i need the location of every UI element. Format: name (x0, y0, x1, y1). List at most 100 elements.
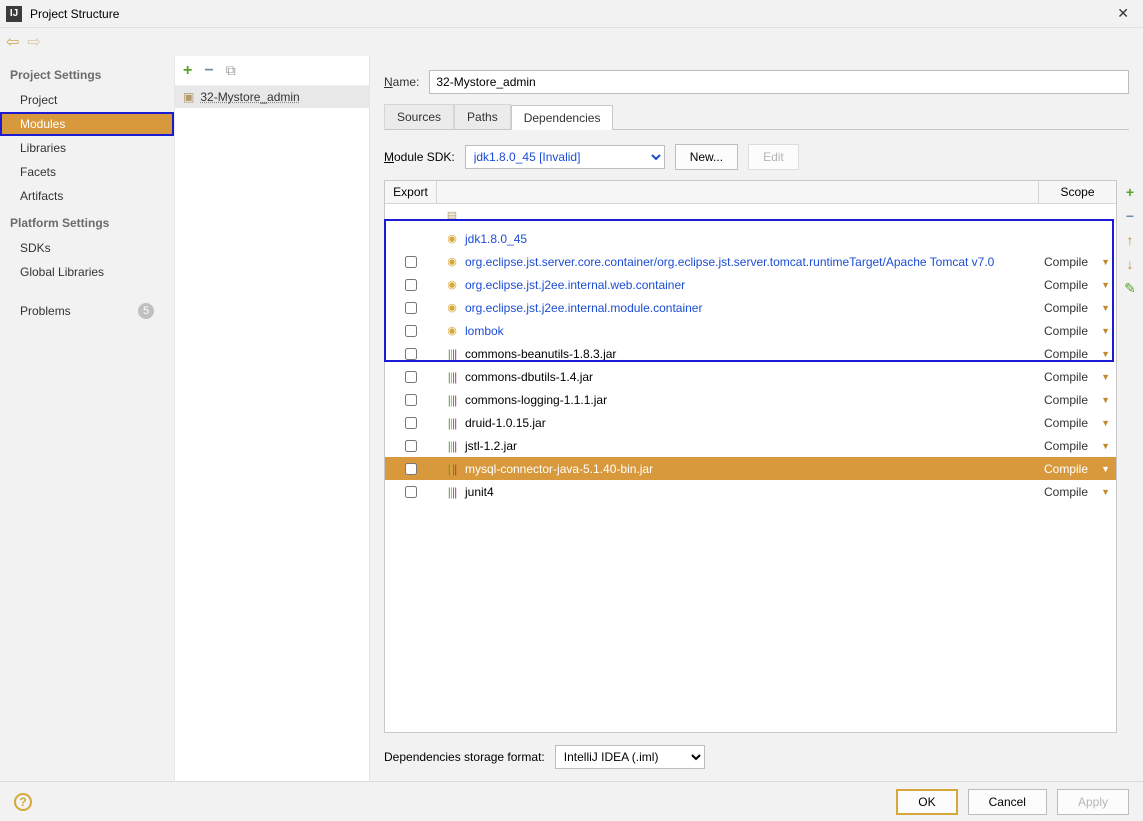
scope-dropdown-icon[interactable]: ▼ (1101, 487, 1110, 497)
tab-sources[interactable]: Sources (384, 104, 454, 130)
dep-edit-icon[interactable]: ✎ (1124, 280, 1136, 297)
export-checkbox[interactable] (405, 371, 417, 383)
module-copy-icon[interactable]: ⧉ (226, 62, 236, 79)
col-name (437, 181, 1038, 203)
scope-dropdown-icon[interactable]: ▼ (1101, 441, 1110, 451)
titlebar: IJ Project Structure ✕ (0, 0, 1143, 28)
dep-name: commons-logging-1.1.1.jar (465, 393, 607, 407)
scope-dropdown-icon[interactable]: ▼ (1101, 257, 1110, 267)
nav-facets[interactable]: Facets (0, 160, 174, 184)
storage-select[interactable]: IntelliJ IDEA (.iml) (555, 745, 705, 769)
nav-problems[interactable]: Problems 5 (0, 298, 174, 324)
sdk-select[interactable]: jdk1.8.0_45 [Invalid] (465, 145, 665, 169)
globe-icon: ◉ (445, 301, 459, 315)
tab-paths[interactable]: Paths (454, 104, 511, 130)
module-remove-icon[interactable]: − (204, 62, 213, 80)
export-checkbox[interactable] (405, 417, 417, 429)
scope-dropdown-icon[interactable]: ▼ (1101, 280, 1110, 290)
dep-row[interactable]: ||||junit4 Compile▼ (385, 480, 1116, 503)
dep-row[interactable]: ||||commons-dbutils-1.4.jar Compile▼ (385, 365, 1116, 388)
scope-value: Compile (1044, 347, 1088, 361)
dep-name: junit4 (465, 485, 494, 499)
nav-back-icon[interactable]: ⇦ (6, 32, 19, 52)
right-panel: Name: Sources Paths Dependencies Module … (370, 56, 1143, 781)
scope-value: Compile (1044, 462, 1088, 476)
nav-forward-icon[interactable]: ⇨ (27, 32, 40, 52)
apply-button: Apply (1057, 789, 1129, 815)
module-add-icon[interactable]: + (183, 62, 192, 80)
close-icon[interactable]: ✕ (1109, 1, 1137, 26)
dep-row[interactable]: ◉lombok Compile▼ (385, 319, 1116, 342)
folder-icon: ▤ (445, 209, 459, 223)
dep-row[interactable]: ▤ (385, 204, 1116, 227)
dep-remove-icon[interactable]: − (1126, 208, 1134, 224)
dependency-table: Export Scope ▤ ◉jdk1.8.0_45 ◉org.eclipse… (384, 180, 1117, 733)
nav-modules[interactable]: Modules (0, 112, 174, 136)
dep-row[interactable]: ◉org.eclipse.jst.server.core.container/o… (385, 250, 1116, 273)
globe-icon: ◉ (445, 255, 459, 269)
export-checkbox[interactable] (405, 348, 417, 360)
window-title: Project Structure (30, 7, 119, 21)
scope-dropdown-icon[interactable]: ▼ (1101, 395, 1110, 405)
library-icon: |||| (445, 393, 459, 407)
scope-value: Compile (1044, 278, 1088, 292)
globe-icon: ◉ (445, 278, 459, 292)
export-checkbox[interactable] (405, 302, 417, 314)
dep-move-up-icon[interactable]: ↑ (1127, 232, 1134, 248)
scope-dropdown-icon[interactable]: ▼ (1101, 303, 1110, 313)
module-entry-label: 32-Mystore_admin (200, 90, 299, 104)
scope-value: Compile (1044, 324, 1088, 338)
scope-dropdown-icon[interactable]: ▼ (1101, 418, 1110, 428)
scope-dropdown-icon[interactable]: ▼ (1101, 326, 1110, 336)
nav-artifacts[interactable]: Artifacts (0, 184, 174, 208)
dep-move-down-icon[interactable]: ↓ (1127, 256, 1134, 272)
module-toolbar: + − ⧉ (175, 56, 369, 86)
dep-header: Export Scope (385, 181, 1116, 204)
dep-row[interactable]: ||||commons-logging-1.1.1.jar Compile▼ (385, 388, 1116, 411)
dep-row[interactable]: ◉jdk1.8.0_45 (385, 227, 1116, 250)
help-icon[interactable]: ? (14, 793, 32, 811)
scope-dropdown-icon[interactable]: ▼ (1101, 372, 1110, 382)
nav-sdks[interactable]: SDKs (0, 236, 174, 260)
folder-icon: ▣ (183, 90, 194, 104)
scope-value: Compile (1044, 255, 1088, 269)
dep-body: ▤ ◉jdk1.8.0_45 ◉org.eclipse.jst.server.c… (385, 204, 1116, 732)
export-checkbox[interactable] (405, 394, 417, 406)
dep-name: mysql-connector-java-5.1.40-bin.jar (465, 462, 653, 476)
sdk-new-button[interactable]: New... (675, 144, 738, 170)
col-scope[interactable]: Scope (1038, 181, 1116, 203)
export-checkbox[interactable] (405, 463, 417, 475)
export-checkbox[interactable] (405, 486, 417, 498)
dep-name: commons-dbutils-1.4.jar (465, 370, 593, 384)
nav-row: ⇦ ⇨ (0, 28, 1143, 56)
tab-dependencies[interactable]: Dependencies (511, 105, 614, 130)
library-icon: |||| (445, 347, 459, 361)
globe-icon: ◉ (445, 324, 459, 338)
nav-project[interactable]: Project (0, 88, 174, 112)
dep-row[interactable]: ||||commons-beanutils-1.8.3.jar Compile▼ (385, 342, 1116, 365)
dep-row[interactable]: ◉org.eclipse.jst.j2ee.internal.module.co… (385, 296, 1116, 319)
scope-value: Compile (1044, 416, 1088, 430)
globe-icon: ◉ (445, 232, 459, 246)
scope-dropdown-icon[interactable]: ▼ (1101, 349, 1110, 359)
export-checkbox[interactable] (405, 325, 417, 337)
scope-dropdown-icon[interactable]: ▼ (1101, 464, 1110, 474)
ok-button[interactable]: OK (896, 789, 957, 815)
module-name-input[interactable] (429, 70, 1129, 94)
library-icon: |||| (445, 416, 459, 430)
col-export[interactable]: Export (385, 181, 437, 203)
dep-add-icon[interactable]: + (1126, 184, 1134, 200)
dep-row[interactable]: ||||mysql-connector-java-5.1.40-bin.jar … (385, 457, 1116, 480)
dep-row[interactable]: ||||jstl-1.2.jar Compile▼ (385, 434, 1116, 457)
dep-side-tools: + − ↑ ↓ ✎ (1117, 180, 1143, 733)
cancel-button[interactable]: Cancel (968, 789, 1047, 815)
dep-row[interactable]: ◉org.eclipse.jst.j2ee.internal.web.conta… (385, 273, 1116, 296)
nav-global-libraries[interactable]: Global Libraries (0, 260, 174, 284)
library-icon: |||| (445, 439, 459, 453)
export-checkbox[interactable] (405, 440, 417, 452)
export-checkbox[interactable] (405, 279, 417, 291)
module-entry[interactable]: ▣ 32-Mystore_admin (175, 86, 369, 108)
export-checkbox[interactable] (405, 256, 417, 268)
dep-row[interactable]: ||||druid-1.0.15.jar Compile▼ (385, 411, 1116, 434)
nav-libraries[interactable]: Libraries (0, 136, 174, 160)
